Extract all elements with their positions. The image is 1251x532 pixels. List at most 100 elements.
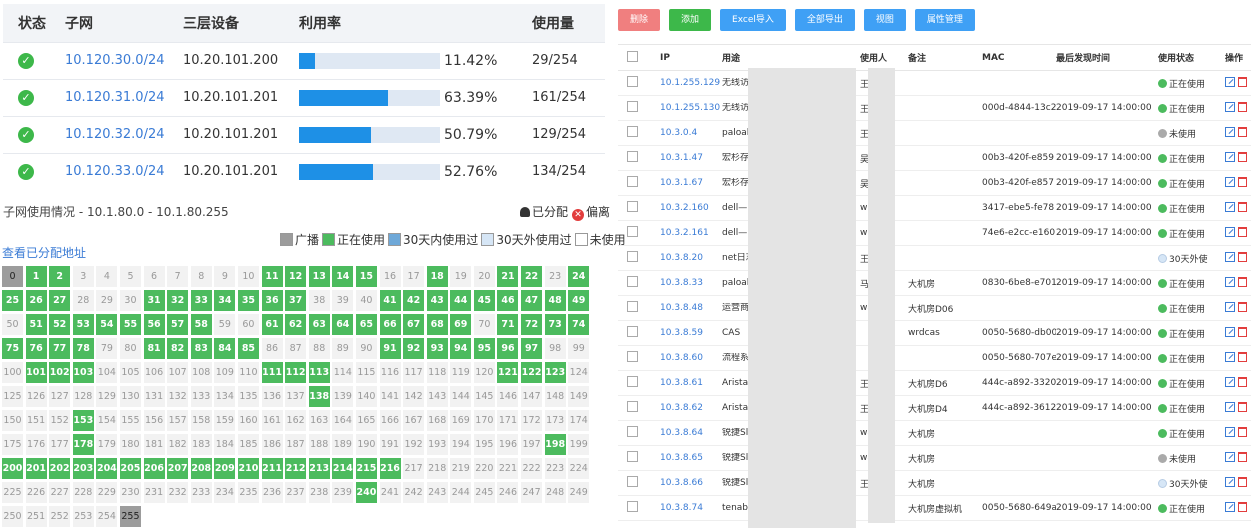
ip-cell[interactable]: 90: [355, 338, 377, 359]
ip-cell[interactable]: 100: [2, 362, 23, 383]
ip-cell[interactable]: 169: [450, 410, 472, 431]
attribute-manage-button[interactable]: 属性管理: [914, 9, 975, 31]
ip-cell[interactable]: 247: [521, 482, 543, 503]
ip-cell[interactable]: 110: [237, 362, 259, 383]
ip-cell[interactable]: 232: [167, 482, 189, 503]
ip-cell[interactable]: 8: [190, 266, 212, 287]
ip-cell[interactable]: 106: [143, 362, 165, 383]
row-select-cell[interactable]: [618, 445, 660, 471]
view-button[interactable]: 视图: [863, 9, 906, 31]
ip-cell[interactable]: 223: [544, 458, 566, 479]
ip-cell[interactable]: 10: [237, 266, 259, 287]
ip-cell[interactable]: 30: [119, 290, 141, 311]
ip-cell[interactable]: 253: [72, 506, 94, 527]
row-checkbox[interactable]: [627, 476, 638, 487]
ip-cell[interactable]: 214: [332, 458, 354, 479]
ip-link[interactable]: 10.3.8.66: [660, 478, 703, 488]
ip-cell[interactable]: 243: [426, 482, 448, 503]
ip-cell[interactable]: 25: [2, 290, 23, 311]
ip-cell[interactable]: 215: [355, 458, 377, 479]
ip-cell[interactable]: 218: [426, 458, 448, 479]
ip-cell[interactable]: 246: [497, 482, 519, 503]
row-checkbox[interactable]: [627, 101, 638, 112]
ip-cell[interactable]: 181: [143, 434, 165, 455]
ip-cell[interactable]: 154: [96, 410, 118, 431]
ip-cell[interactable]: 17: [403, 266, 425, 287]
ip-cell[interactable]: 202: [49, 458, 71, 479]
ip-cell[interactable]: 109: [214, 362, 236, 383]
ip-cell[interactable]: 133: [190, 386, 212, 407]
ip-cell[interactable]: 201: [25, 458, 47, 479]
ip-cell[interactable]: 135: [237, 386, 259, 407]
row-select-cell[interactable]: [618, 270, 660, 296]
ip-cell[interactable]: 123: [544, 362, 566, 383]
row-checkbox[interactable]: [627, 426, 638, 437]
edit-icon[interactable]: [1225, 426, 1235, 437]
ip-link[interactable]: 10.3.0.4: [660, 128, 697, 138]
ip-cell[interactable]: 228: [72, 482, 94, 503]
ip-cell[interactable]: 44: [450, 290, 472, 311]
edit-icon[interactable]: [1225, 301, 1235, 312]
view-assigned-link[interactable]: 查看已分配地址: [2, 244, 86, 261]
trash-icon[interactable]: [1238, 226, 1247, 237]
ip-cell[interactable]: 158: [190, 410, 212, 431]
ip-cell[interactable]: 195: [473, 434, 495, 455]
ip-cell[interactable]: 216: [379, 458, 401, 479]
ip-cell[interactable]: 242: [403, 482, 425, 503]
edit-icon[interactable]: [1225, 501, 1235, 512]
ip-cell[interactable]: 173: [544, 410, 566, 431]
ip-cell[interactable]: 192: [403, 434, 425, 455]
ip-link[interactable]: 10.3.8.74: [660, 503, 703, 513]
ip-cell[interactable]: 234: [214, 482, 236, 503]
ip-cell[interactable]: 88: [308, 338, 330, 359]
edit-icon[interactable]: [1225, 376, 1235, 387]
ip-cell[interactable]: 191: [379, 434, 401, 455]
ip-cell[interactable]: 79: [96, 338, 118, 359]
row-select-cell[interactable]: [618, 95, 660, 121]
ip-cell[interactable]: 39: [332, 290, 354, 311]
trash-icon[interactable]: [1238, 501, 1247, 512]
ip-cell[interactable]: 104: [96, 362, 118, 383]
ip-cell[interactable]: 157: [167, 410, 189, 431]
ip-link[interactable]: 10.3.8.62: [660, 403, 703, 413]
ip-cell[interactable]: 42: [403, 290, 425, 311]
ip-cell[interactable]: 145: [473, 386, 495, 407]
ip-cell[interactable]: 6: [143, 266, 165, 287]
trash-icon[interactable]: [1238, 101, 1247, 112]
ip-cell[interactable]: 130: [119, 386, 141, 407]
ip-cell[interactable]: 208: [190, 458, 212, 479]
ip-cell[interactable]: 73: [544, 314, 566, 335]
ip-cell[interactable]: 94: [450, 338, 472, 359]
row-select-cell[interactable]: [618, 345, 660, 371]
ip-cell[interactable]: 9: [214, 266, 236, 287]
trash-icon[interactable]: [1238, 151, 1247, 162]
trash-icon[interactable]: [1238, 201, 1247, 212]
subnet-link[interactable]: 10.120.30.0/24: [65, 53, 165, 68]
ip-cell[interactable]: 128: [72, 386, 94, 407]
ip-cell[interactable]: 99: [568, 338, 590, 359]
ip-cell[interactable]: 119: [450, 362, 472, 383]
ip-link[interactable]: 10.3.8.20: [660, 253, 703, 263]
trash-icon[interactable]: [1238, 451, 1247, 462]
trash-icon[interactable]: [1238, 426, 1247, 437]
ip-cell[interactable]: 193: [426, 434, 448, 455]
ip-cell[interactable]: 164: [332, 410, 354, 431]
ip-cell[interactable]: 48: [544, 290, 566, 311]
row-checkbox[interactable]: [627, 76, 638, 87]
edit-icon[interactable]: [1225, 451, 1235, 462]
ip-cell[interactable]: 221: [497, 458, 519, 479]
row-checkbox[interactable]: [627, 301, 638, 312]
ip-cell[interactable]: 231: [143, 482, 165, 503]
ip-cell[interactable]: 190: [355, 434, 377, 455]
trash-icon[interactable]: [1238, 401, 1247, 412]
ip-cell[interactable]: 24: [568, 266, 590, 287]
ip-cell[interactable]: 151: [25, 410, 47, 431]
ip-cell[interactable]: 244: [450, 482, 472, 503]
row-select-cell[interactable]: [618, 420, 660, 446]
ip-cell[interactable]: 205: [119, 458, 141, 479]
ip-cell[interactable]: 95: [473, 338, 495, 359]
ip-cell[interactable]: 71: [497, 314, 519, 335]
ip-cell[interactable]: 238: [308, 482, 330, 503]
ip-cell[interactable]: 87: [285, 338, 307, 359]
row-select-cell[interactable]: [618, 495, 660, 521]
